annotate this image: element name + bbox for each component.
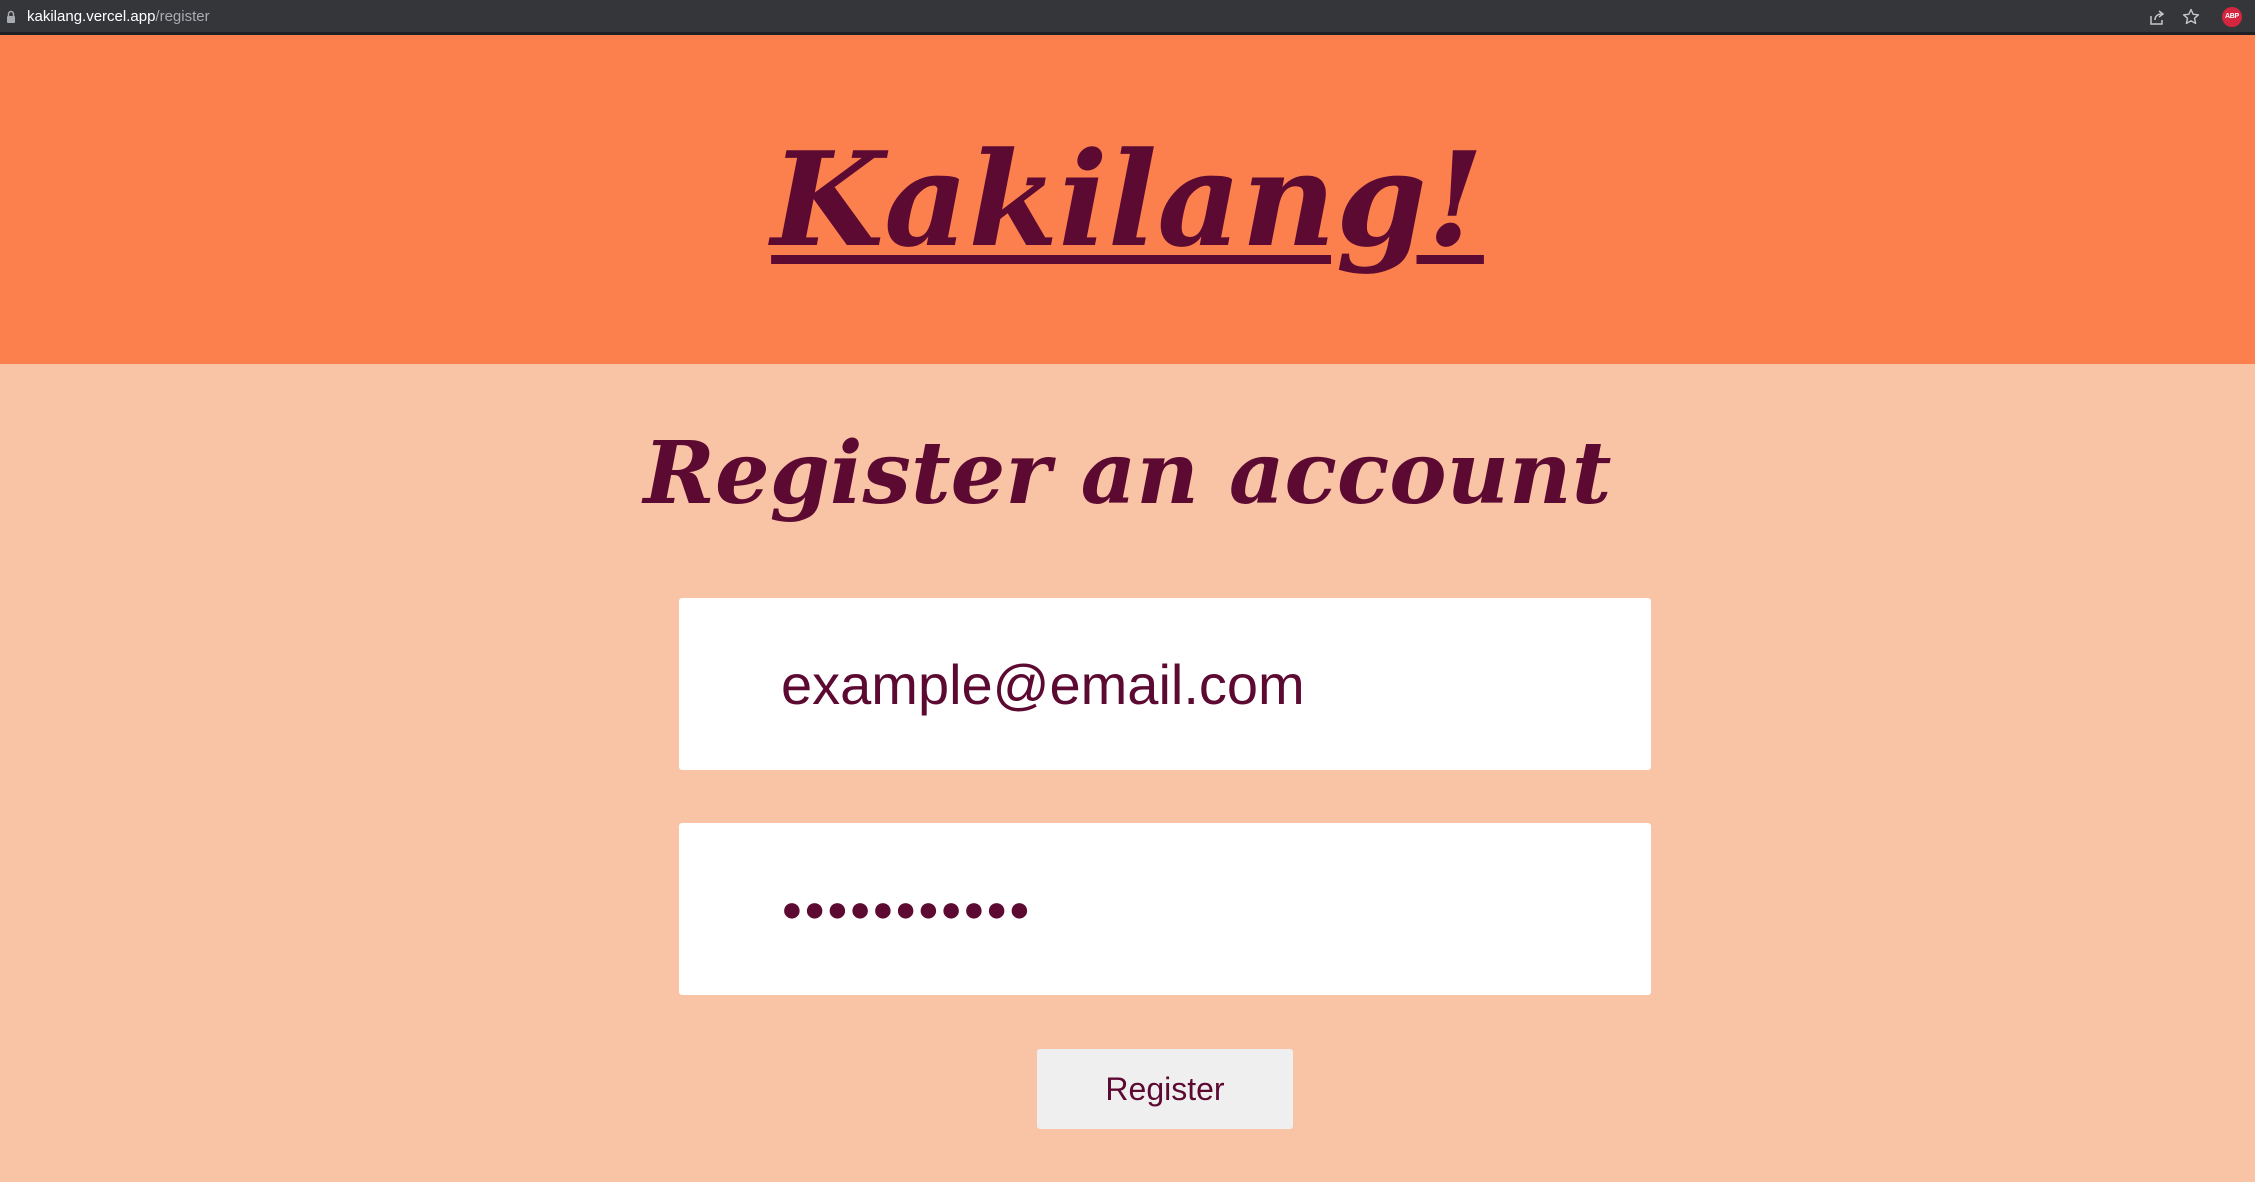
lock-icon xyxy=(7,10,15,23)
url-path: /register xyxy=(155,8,210,25)
browser-address-bar: kakilang.vercel.app/register ABP xyxy=(0,0,2255,35)
register-section: Register an account Register xyxy=(0,364,2255,1182)
adblock-extension-icon[interactable]: ABP xyxy=(2222,7,2242,27)
site-header: Kakilang! xyxy=(0,35,2255,364)
share-icon[interactable] xyxy=(2148,9,2166,27)
password-field[interactable] xyxy=(679,823,1651,995)
register-button[interactable]: Register xyxy=(1037,1049,1293,1129)
email-field[interactable] xyxy=(679,598,1651,770)
address-bar-url[interactable]: kakilang.vercel.app/register xyxy=(27,7,210,27)
star-icon[interactable] xyxy=(2182,8,2200,26)
page-title: Register an account xyxy=(643,423,1612,524)
url-host: kakilang.vercel.app xyxy=(27,8,156,25)
site-logo-link[interactable]: Kakilang! xyxy=(0,125,2255,275)
